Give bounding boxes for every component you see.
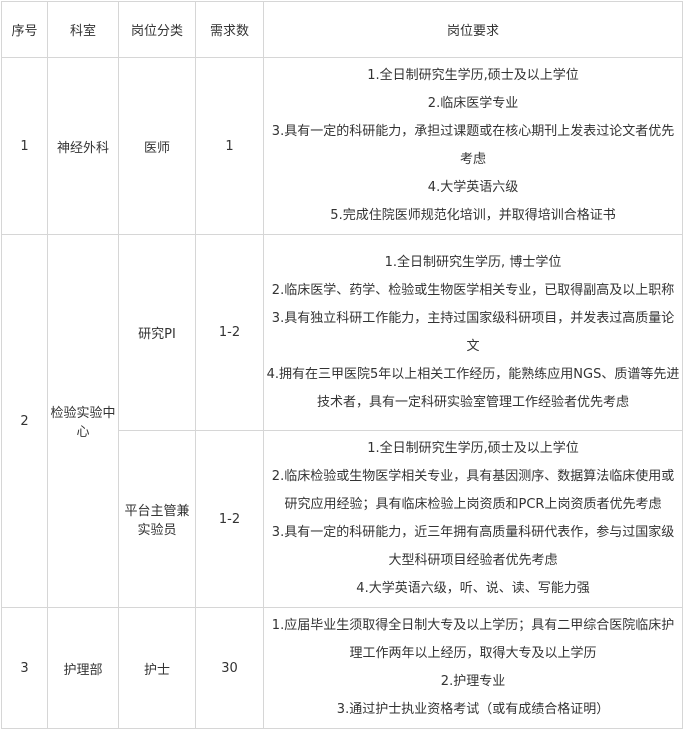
requirement-item: 1.应届毕业生须取得全日制大专及以上学历；具有二甲综合医院临床护理工作两年以上经… [271, 618, 675, 661]
requirements-cell: 1.应届毕业生须取得全日制大专及以上学历；具有二甲综合医院临床护理工作两年以上经… [263, 607, 683, 729]
requirement-item: 1.全日制研究生学历,硕士及以上学位 [367, 441, 579, 456]
department-cell: 神经外科 [47, 57, 119, 235]
table-row: 3 护理部 护士 30 1.应届毕业生须取得全日制大专及以上学历；具有二甲综合医… [1, 607, 683, 729]
requirement-item: 3.具有一定的科研能力，承担过课题或在核心期刊上发表过论文者优先考虑 [271, 124, 675, 167]
position-category-cell: 平台主管兼实验员 [118, 430, 196, 608]
table-row: 2 检验实验中心 研究PI 1-2 1.全日制研究生学历, 博士学位 2.临床医… [1, 234, 683, 608]
requirement-item: 3.具有一定的科研能力，近三年拥有高质量科研代表作，参与过国家级大型科研项目经验… [271, 525, 675, 568]
demand-count-cell: 1 [195, 57, 264, 235]
requirement-item: 2.护理专业 [440, 674, 506, 689]
requirement-item: 3.通过护士执业资格考试（或有成绩合格证明） [336, 702, 610, 717]
demand-count-cell: 1-2 [195, 234, 264, 431]
header-requirements: 岗位要求 [263, 1, 683, 58]
table-header-row: 序号 科室 岗位分类 需求数 岗位要求 [1, 1, 683, 58]
requirement-item: 4.拥有在三甲医院5年以上相关工作经历，能熟练应用NGS、质谱等先进技术者，具有… [266, 366, 680, 410]
row-number: 2 [1, 234, 48, 608]
row-number: 3 [1, 607, 48, 729]
requirement-item: 2.临床医学专业 [427, 96, 519, 111]
requirement-item: 4.大学英语六级，听、说、读、写能力强 [356, 581, 590, 596]
header-no: 序号 [1, 1, 48, 58]
table-row: 1 神经外科 医师 1 1.全日制研究生学历,硕士及以上学位 2.临床医学专业 … [1, 57, 683, 235]
requirements-cell: 1.全日制研究生学历, 博士学位 2.临床医学、药学、检验或生物医学相关专业，已… [263, 234, 683, 431]
header-demand-count: 需求数 [195, 1, 264, 58]
requirements-cell: 1.全日制研究生学历,硕士及以上学位 2.临床医学专业 3.具有一定的科研能力，… [263, 57, 683, 235]
requirement-item: 1.全日制研究生学历,硕士及以上学位 [367, 68, 579, 83]
header-department: 科室 [47, 1, 119, 58]
requirements-cell: 1.全日制研究生学历,硕士及以上学位 2.临床检验或生物医学相关专业，具有基因测… [263, 430, 683, 608]
requirement-item: 2.临床医学、药学、检验或生物医学相关专业，已取得副高及以上职称 [271, 282, 675, 298]
job-requirements-table: 序号 科室 岗位分类 需求数 岗位要求 1 神经外科 医师 1 1.全日制研究生… [1, 1, 683, 729]
position-category-cell: 医师 [118, 57, 196, 235]
requirement-item: 5.完成住院医师规范化培训，并取得培训合格证书 [330, 208, 616, 223]
header-position-category: 岗位分类 [118, 1, 196, 58]
department-cell: 护理部 [47, 607, 119, 729]
demand-count-cell: 1-2 [195, 430, 264, 608]
requirement-item: 4.大学英语六级 [427, 180, 519, 195]
row-number: 1 [1, 57, 48, 235]
position-category-cell: 护士 [118, 607, 196, 729]
demand-count-cell: 30 [195, 607, 264, 729]
requirement-item: 1.全日制研究生学历, 博士学位 [384, 254, 562, 270]
requirement-item: 3.具有独立科研工作能力，主持过国家级科研项目，并发表过高质量论文 [271, 310, 675, 354]
department-cell: 检验实验中心 [47, 234, 119, 608]
requirement-item: 2.临床检验或生物医学相关专业，具有基因测序、数据算法临床使用或研究应用经验；具… [271, 469, 675, 512]
position-category-cell: 研究PI [118, 234, 196, 431]
